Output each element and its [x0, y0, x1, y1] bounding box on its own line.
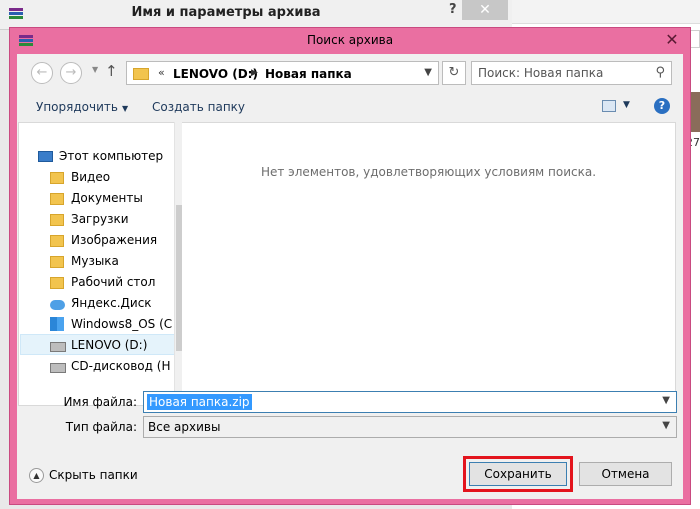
toolbar: Упорядочить ▼ Создать папку ▼ ? [17, 92, 683, 122]
folder-icon [50, 275, 66, 290]
tree-item-this-pc[interactable]: Этот компьютер [38, 146, 175, 167]
folder-icon [133, 66, 149, 80]
empty-results-message: Нет элементов, удовлетворяющих условиям … [260, 165, 597, 179]
background-close-button[interactable]: ✕ [462, 0, 508, 20]
cd-drive-icon [50, 359, 66, 374]
address-overflow[interactable]: « [158, 66, 165, 79]
arrow-right-icon: → [65, 65, 77, 80]
tree-item-label: Изображения [71, 233, 158, 247]
filetype-select[interactable]: Все архивы ▼ [143, 416, 677, 438]
navigation-scrollbar[interactable] [174, 122, 182, 406]
tree-item-windows-drive[interactable]: Windows8_OS (C [50, 314, 175, 335]
tree-item-label: Музыка [71, 254, 119, 268]
tree-item-lenovo-drive[interactable]: LENOVO (D:) [20, 334, 175, 355]
file-list-pane[interactable]: Нет элементов, удовлетворяющих условиям … [182, 122, 676, 406]
cancel-button[interactable]: Отмена [579, 462, 672, 486]
caret-down-icon: ▼ [121, 104, 129, 113]
refresh-icon: ↻ [448, 65, 460, 80]
windows-drive-icon [50, 317, 66, 332]
drive-icon [50, 338, 66, 353]
view-dropdown[interactable]: ▼ [623, 100, 630, 110]
save-highlight-box: Сохранить [463, 456, 573, 492]
tree-item-video[interactable]: Видео [50, 167, 175, 188]
search-icon[interactable]: ⚲ [655, 65, 665, 80]
tree-item-label: Видео [71, 170, 111, 184]
organize-menu[interactable]: Упорядочить ▼ [36, 100, 128, 114]
search-placeholder: Поиск: Новая папка [478, 66, 604, 80]
tree-item-label: Загрузки [71, 212, 129, 226]
address-segment-drive[interactable]: LENOVO (D:) [173, 67, 258, 81]
close-button[interactable]: ✕ [662, 31, 682, 49]
background-strip [512, 0, 700, 24]
folder-icon [50, 170, 66, 185]
chevron-down-icon[interactable]: ▼ [662, 395, 670, 406]
tree-item-documents[interactable]: Документы [50, 188, 175, 209]
arrow-up-icon: ↑ [105, 62, 118, 80]
hide-folders-button[interactable]: ▲ Скрыть папки [29, 468, 138, 483]
tree-item-cd-drive[interactable]: CD-дисковод (H [50, 356, 175, 377]
address-segment-folder[interactable]: Новая папка [265, 67, 352, 81]
tree-item-label: Документы [71, 191, 143, 205]
tree-item-downloads[interactable]: Загрузки [50, 209, 175, 230]
folder-icon [50, 233, 66, 248]
tree-item-label: Рабочий стол [71, 275, 156, 289]
tree-item-label: Яндекс.Диск [71, 296, 152, 310]
help-button[interactable]: ? [654, 98, 670, 114]
filetype-value: Все архивы [148, 420, 221, 434]
tree-item-desktop[interactable]: Рабочий стол [50, 272, 175, 293]
address-bar[interactable]: « LENOVO (D:) ▶ Новая папка ▼ [126, 61, 439, 85]
tree-item-yandex-disk[interactable]: Яндекс.Диск [50, 293, 175, 314]
tree-item-label: LENOVO (D:) [71, 338, 148, 352]
new-folder-button[interactable]: Создать папку [152, 100, 245, 114]
dialog-titlebar[interactable]: Поиск архива ✕ [10, 28, 690, 54]
cloud-icon [50, 296, 66, 311]
background-help-button[interactable]: ? [449, 2, 457, 17]
chevron-down-icon: ▼ [662, 420, 670, 431]
view-icon[interactable] [602, 100, 616, 112]
folder-icon [50, 254, 66, 269]
organize-label: Упорядочить [36, 100, 118, 114]
background-window: Имя и параметры архива ? ✕ [0, 0, 512, 30]
filename-field[interactable]: Новая папка.zip ▼ [143, 391, 677, 413]
search-input[interactable]: Поиск: Новая папка ⚲ [471, 61, 672, 85]
background-window-title: Имя и параметры архива [131, 5, 321, 20]
refresh-button[interactable]: ↻ [442, 61, 466, 85]
tree-item-label: Windows8_OS (C [71, 317, 173, 331]
save-button[interactable]: Сохранить [469, 462, 567, 486]
arrow-left-icon: ← [36, 65, 48, 80]
computer-icon [38, 149, 54, 164]
tree-item-label: CD-дисковод (H [71, 359, 171, 373]
forward-button[interactable]: → [60, 62, 82, 84]
chevron-right-icon[interactable]: ▶ [251, 68, 258, 78]
filetype-label: Тип файла: [65, 420, 137, 434]
dialog-title: Поиск архива [306, 33, 394, 47]
up-button[interactable]: ↑ [105, 62, 118, 80]
recent-locations-dropdown[interactable]: ▼ [92, 65, 98, 74]
chevron-up-icon: ▲ [29, 468, 44, 483]
chevron-down-icon[interactable]: ▼ [424, 67, 432, 78]
navigation-pane: Этот компьютер Видео Документы Загрузки … [18, 122, 175, 406]
folder-icon [50, 212, 66, 227]
folder-icon [50, 191, 66, 206]
tree-item-music[interactable]: Музыка [50, 251, 175, 272]
hide-folders-label: Скрыть папки [49, 468, 138, 482]
save-dialog: Поиск архива ✕ ← → ▼ ↑ « LENOVO (D:) ▶ Н… [9, 27, 691, 505]
back-button[interactable]: ← [31, 62, 53, 84]
tree-item-label: Этот компьютер [59, 149, 164, 163]
dialog-client-area: ← → ▼ ↑ « LENOVO (D:) ▶ Новая папка ▼ ↻ … [17, 54, 683, 499]
tree-item-images[interactable]: Изображения [50, 230, 175, 251]
filename-label: Имя файла: [63, 395, 137, 409]
filename-value: Новая папка.zip [147, 394, 252, 410]
